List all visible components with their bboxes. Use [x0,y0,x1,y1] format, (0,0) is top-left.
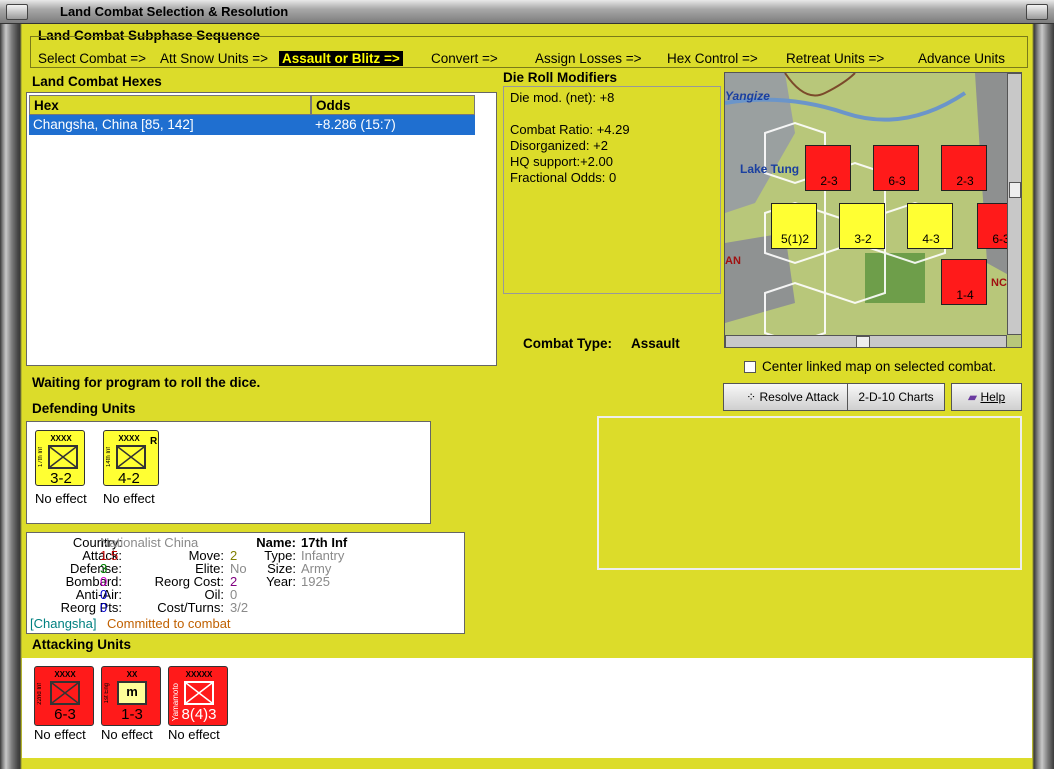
window-title: Land Combat Selection & Resolution [60,4,289,19]
attacking-result-2: No effect [101,727,153,742]
hex-row-hex[interactable]: Changsha, China [85, 142] [29,115,311,135]
step-att-snow[interactable]: Att Snow Units => [160,51,268,66]
defending-panel: XXXX 17th Inf 3-2 No effect XXXX R 14th … [26,421,431,524]
hexes-title: Land Combat Hexes [32,74,162,89]
step-convert[interactable]: Convert => [431,51,498,66]
center-map-checkbox[interactable] [744,361,756,373]
mod-hq-support: HQ support:+2.00 [510,154,613,169]
attacking-result-3: No effect [168,727,220,742]
attacking-panel: XXXX 22nd Inf 6-3 No effect XX 1st Eng m… [22,658,1032,758]
close-button[interactable] [1026,4,1048,20]
defending-result-1: No effect [35,491,87,506]
map-counter[interactable]: 2-3 [941,145,987,191]
step-advance[interactable]: Advance Units [918,51,1005,66]
detail-reorg: 0 [100,600,108,615]
step-assign-losses[interactable]: Assign Losses => [535,51,642,66]
map-counter[interactable]: 5(1)2 [771,203,817,249]
map-counter[interactable]: 6-3 [873,145,919,191]
map-hscroll-thumb[interactable] [856,336,870,347]
engineer-icon: m [117,681,147,705]
dice-icon: ⁘ [746,390,760,404]
center-map-label[interactable]: Center linked map on selected combat. [762,359,996,374]
combat-type-label: Combat Type: [523,336,613,351]
attacking-counter-2[interactable]: XX 1st Eng m 1-3 [101,666,161,726]
help-button[interactable]: ▰ Help [951,383,1022,411]
detail-year: 1925 [301,574,330,589]
map-label-lake: Lake Tung [740,162,800,176]
mod-combat-ratio: Combat Ratio: +4.29 [510,122,630,137]
title-bar[interactable]: Land Combat Selection & Resolution [0,0,1054,24]
hq-icon [184,681,214,705]
attacking-counter-1[interactable]: XXXX 22nd Inf 6-3 [34,666,94,726]
infantry-icon [50,681,80,705]
defending-result-2: No effect [103,491,155,506]
infantry-icon [48,445,78,469]
map-vscroll-thumb[interactable] [1009,182,1021,198]
map-vscroll[interactable] [1007,73,1021,335]
infantry-icon [116,445,146,469]
attacking-result-1: No effect [34,727,86,742]
detail-location: [Changsha] [30,616,97,631]
mod-fractional: Fractional Odds: 0 [510,170,617,185]
attacking-counter-3[interactable]: XXXXX Yamamoto 8(4)3 [168,666,228,726]
map-label-nc: NC [991,277,1007,289]
defending-counter-1[interactable]: XXXX 17th Inf 3-2 [35,430,85,487]
map-counter[interactable]: 1-4 [941,259,987,305]
map-counter[interactable]: 2-3 [805,145,851,191]
hex-row-odds[interactable]: +8.286 (15:7) [311,115,475,135]
modifiers-panel: Die mod. (net): +8 Combat Ratio: +4.29 D… [503,86,721,294]
defending-title: Defending Units [32,401,136,416]
combat-type-value: Assault [631,336,680,351]
die-mod-net: Die mod. (net): +8 [510,90,615,105]
map-label-yangize: Yangize [725,89,770,103]
resolve-attack-button[interactable]: ⁘ Resolve Attack [723,383,862,411]
mod-disorganized: Disorganized: +2 [510,138,608,153]
step-select-combat[interactable]: Select Combat => [38,51,146,66]
defending-counter-2[interactable]: XXXX R 14th Inf 4-2 [103,430,159,487]
map-counter[interactable]: 3-2 [839,203,885,249]
results-panel [597,416,1022,570]
system-menu-button[interactable] [6,4,28,20]
col-hex-header[interactable]: Hex [29,95,311,115]
book-icon: ▰ [967,390,981,404]
detail-status: Committed to combat [107,616,231,631]
map-label-an: AN [725,255,741,267]
unit-details: Country: Nationalist China Attack: 1.5 D… [26,532,465,634]
map-hscroll[interactable] [725,335,1007,347]
step-assault-blitz[interactable]: Assault or Blitz => [279,51,403,66]
col-odds-header[interactable]: Odds [311,95,475,115]
charts-button[interactable]: 2-D-10 Charts [847,383,945,411]
step-hex-control[interactable]: Hex Control => [667,51,758,66]
step-retreat[interactable]: Retreat Units => [786,51,884,66]
hexes-list[interactable]: Hex Odds Changsha, China [85, 142] +8.28… [26,92,497,366]
map-counter[interactable]: 4-3 [907,203,953,249]
status-text: Waiting for program to roll the dice. [32,375,261,390]
modifiers-title: Die Roll Modifiers [503,70,618,85]
detail-cost: 3/2 [230,600,249,615]
linked-map[interactable]: Yangize Lake Tung AN NC 2-3 6-3 2-3 5(1)… [724,72,1022,348]
attacking-title: Attacking Units [32,637,132,652]
